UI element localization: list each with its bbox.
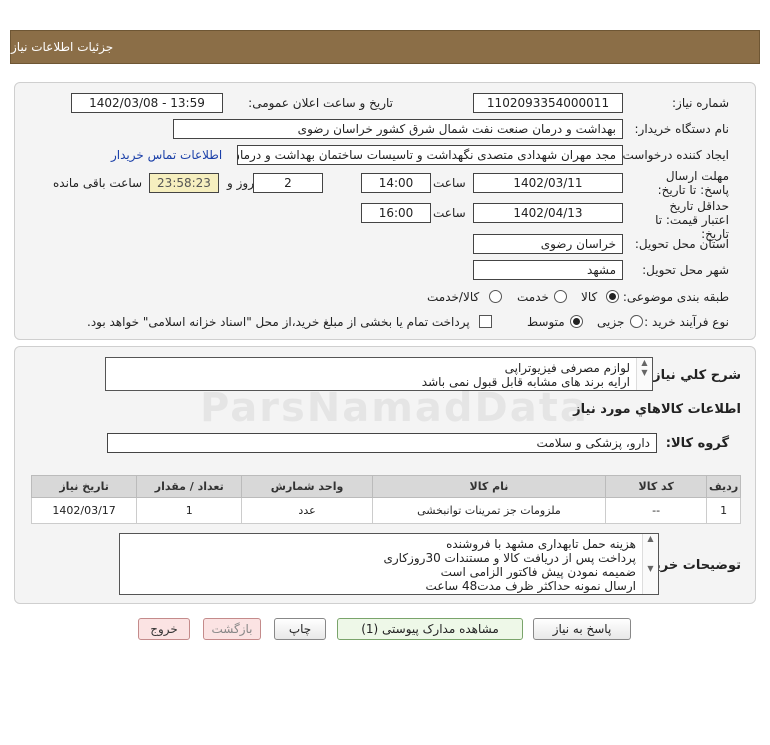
exit-button[interactable]: خروج [138, 618, 190, 640]
col-need-date: تاریخ نیاز [30, 475, 138, 498]
price-validity-label: حداقل تاریخ اعتبار قیمت: تا تاریخ: [655, 199, 729, 241]
summary-label: شرح کلي نياز: [647, 368, 741, 383]
reply-time-label: ساعت [433, 176, 466, 190]
table-row[interactable]: 1 -- ملزومات جز تمرینات توانبخشی عدد 1 1… [30, 497, 741, 524]
need-number-label: شماره نیاز: [672, 96, 729, 110]
price-validity-time-field: 16:00 [361, 203, 431, 223]
buyer-note-line-3: ضمیمه نمودن پیش فاکتور الزامی است [440, 565, 636, 579]
need-number-field: 1102093354000011 [473, 93, 623, 113]
category-radio-goods[interactable] [606, 290, 619, 303]
process-radio-minor[interactable] [630, 315, 643, 328]
buyer-org-field: بهداشت و درمان صنعت نفت شمال شرق کشور خر… [173, 119, 623, 139]
summary-scrollbar[interactable]: ▲ ▼ [636, 358, 652, 390]
col-quantity: تعداد / مقدار [136, 475, 243, 498]
reply-days-field: 2 [253, 173, 323, 193]
buyer-contact-link[interactable]: اطلاعات تماس خریدار [111, 148, 222, 162]
category-option-goods-service: کالا/خدمت [427, 290, 480, 304]
delivery-province-field: خراسان رضوی [473, 234, 623, 254]
category-option-goods: کالا [581, 290, 598, 304]
goods-group-label: گروه کالا: [665, 436, 729, 451]
cell-unit: عدد [241, 497, 373, 524]
need-info-panel: شماره نیاز: 1102093354000011 تاریخ و ساع… [14, 82, 756, 340]
remaining-time-label: ساعت باقی مانده [53, 176, 143, 190]
reply-date-field: 1402/03/11 [473, 173, 623, 193]
delivery-city-label: شهر محل تحویل: [642, 263, 729, 277]
goods-info-title: اطلاعات کالاهاي مورد نياز [573, 402, 741, 417]
cell-quantity: 1 [136, 497, 243, 524]
category-option-service: خدمت [517, 290, 549, 304]
days-label: روز و [227, 176, 254, 190]
announce-datetime-label: تاریخ و ساعت اعلان عمومی: [248, 96, 393, 110]
back-button[interactable]: بازگشت [203, 618, 261, 640]
category-label: طبقه بندی موضوعی: [622, 290, 729, 304]
cell-goods-name: ملزومات جز تمرینات توانبخشی [371, 497, 607, 524]
summary-line-1: لوازم مصرفی فیزیوتراپی [504, 361, 630, 375]
buyer-notes-textarea[interactable]: هزینه حمل تابهداری مشهد با فروشنده پرداخ… [119, 533, 659, 595]
col-goods-name: نام کالا [371, 475, 607, 498]
process-option-medium: متوسط [527, 315, 565, 329]
treasury-payment-checkbox[interactable] [479, 315, 492, 328]
purchase-process-label: نوع فرآیند خرید : [644, 315, 729, 329]
goods-table-header: ردیف کد کالا نام کالا واحد شمارش تعداد /… [30, 475, 741, 498]
category-radio-goods-service[interactable] [489, 290, 502, 303]
process-radio-medium[interactable] [570, 315, 583, 328]
col-unit: واحد شمارش [241, 475, 373, 498]
buyer-note-line-4: ارسال نمونه حداکثر ظرف مدت48 ساعت [425, 579, 636, 593]
print-button[interactable]: چاپ [274, 618, 326, 640]
requester-label: ایجاد کننده درخواست: [618, 148, 729, 162]
cell-goods-code: -- [605, 497, 708, 524]
col-goods-code: کد کالا [605, 475, 708, 498]
treasury-payment-note: پرداخت تمام یا بخشی از مبلغ خرید،از محل … [87, 315, 470, 329]
cell-row-number: 1 [706, 497, 741, 524]
watermark: ParsNamadData [200, 385, 589, 431]
reply-time-field: 14:00 [361, 173, 431, 193]
announce-datetime-field: 1402/03/08 - 13:59 [71, 93, 223, 113]
buyer-note-line-1: هزینه حمل تابهداری مشهد با فروشنده [446, 537, 636, 551]
process-option-minor: جزیی [597, 315, 625, 329]
price-validity-time-label: ساعت [433, 206, 466, 220]
remaining-time-field: 23:58:23 [149, 173, 219, 193]
delivery-city-field: مشهد [473, 260, 623, 280]
goods-group-field: دارو، پزشکی و سلامت [107, 433, 657, 453]
reply-deadline-label: مهلت ارسال پاسخ: تا تاریخ: [657, 169, 729, 197]
goods-table: ردیف کد کالا نام کالا واحد شمارش تعداد /… [30, 475, 741, 524]
category-radio-service[interactable] [554, 290, 567, 303]
price-validity-date-field: 1402/04/13 [473, 203, 623, 223]
reply-to-need-button[interactable]: پاسخ به نیاز [533, 618, 631, 640]
cell-need-date: 1402/03/17 [30, 497, 138, 524]
buyer-org-label: نام دستگاه خریدار: [634, 122, 730, 136]
view-attachments-button[interactable]: مشاهده مدارک پیوستی (1) [337, 618, 523, 640]
delivery-province-label: استان محل تحویل: [634, 237, 729, 251]
buyer-notes-scrollbar[interactable]: ▲ ▼ [642, 534, 658, 594]
col-row-number: ردیف [706, 475, 741, 498]
page-title: جزئیات اطلاعات نیاز [11, 40, 114, 54]
buyer-note-line-2: پرداخت پس از دریافت کالا و مستندات 30روز… [383, 551, 636, 565]
requester-field: مجد مهران شهدادی متصدی نگهداشت و تاسیسات… [237, 145, 623, 165]
page-header: جزئیات اطلاعات نیاز [10, 30, 760, 64]
